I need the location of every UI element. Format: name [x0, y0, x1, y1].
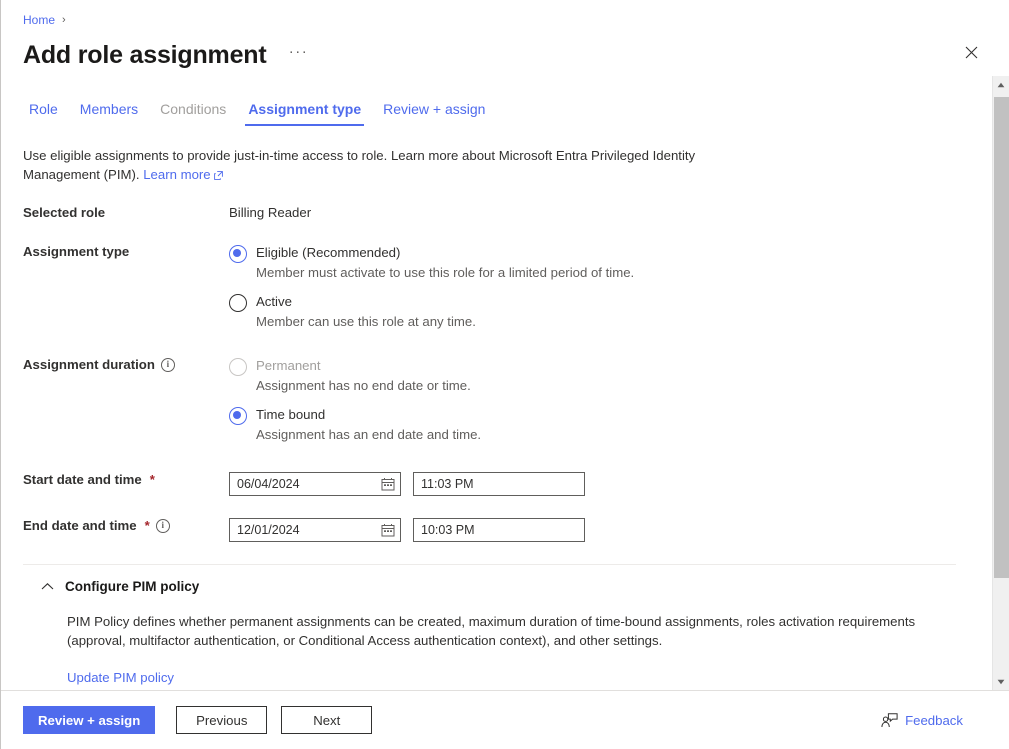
radio-permanent-title: Permanent — [256, 358, 321, 373]
assignment-duration-label-cell: Assignment duration i — [23, 355, 229, 372]
radio-active-mark — [229, 294, 247, 312]
tab-role[interactable]: Role — [23, 101, 69, 126]
radio-active-title: Active — [256, 294, 292, 309]
update-pim-policy-link[interactable]: Update PIM policy — [67, 670, 174, 685]
blade-footer: Review + assign Previous Next Feedback — [1, 690, 1009, 749]
start-date-field[interactable] — [229, 472, 401, 496]
radio-time-bound-title: Time bound — [256, 407, 325, 422]
configure-pim-policy-section: Configure PIM policy PIM Policy defines … — [23, 564, 956, 685]
start-date-label-cell: Start date and time * — [23, 470, 229, 487]
row-selected-role: Selected role Billing Reader — [1, 203, 992, 220]
radio-permanent: Permanent Assignment has no end date or … — [229, 357, 992, 395]
end-date-label: End date and time — [23, 518, 137, 533]
radio-time-bound[interactable]: Time bound Assignment has an end date an… — [229, 406, 992, 444]
breadcrumb: Home › — [1, 10, 1009, 30]
next-button[interactable]: Next — [281, 706, 372, 734]
calendar-icon[interactable] — [381, 477, 395, 491]
tab-members[interactable]: Members — [69, 101, 149, 126]
feedback-icon — [881, 713, 898, 728]
assignment-type-label: Assignment type — [23, 242, 229, 259]
scroll-content: Role Members Conditions Assignment type … — [1, 76, 992, 690]
radio-time-bound-sub: Assignment has an end date and time. — [256, 426, 481, 444]
end-date-input[interactable] — [230, 519, 400, 541]
external-link-icon — [214, 166, 223, 185]
assignment-form: Selected role Billing Reader Assignment … — [1, 203, 992, 542]
start-time-input[interactable] — [414, 473, 584, 495]
assignment-type-radio-group: Eligible (Recommended) Member must activ… — [229, 244, 992, 331]
start-date-label: Start date and time — [23, 472, 142, 487]
breadcrumb-separator: › — [62, 10, 66, 30]
scrollbar-thumb[interactable] — [994, 97, 1009, 578]
end-date-field[interactable] — [229, 518, 401, 542]
radio-active-sub: Member can use this role at any time. — [256, 313, 476, 331]
assignment-duration-info-icon[interactable]: i — [161, 358, 175, 372]
start-date-required: * — [150, 472, 155, 487]
blade-body: Role Members Conditions Assignment type … — [1, 76, 1009, 690]
review-assign-button[interactable]: Review + assign — [23, 706, 155, 734]
radio-eligible[interactable]: Eligible (Recommended) Member must activ… — [229, 244, 992, 282]
pim-section-body: PIM Policy defines whether permanent ass… — [67, 612, 956, 650]
end-date-inputs — [229, 518, 992, 542]
assignment-duration-label: Assignment duration — [23, 357, 155, 372]
vertical-scrollbar[interactable] — [992, 76, 1009, 690]
end-time-field[interactable] — [413, 518, 585, 542]
title-row: Add role assignment ··· — [1, 34, 1009, 76]
end-date-label-cell: End date and time * i — [23, 516, 229, 533]
tab-assignment-type[interactable]: Assignment type — [237, 101, 372, 126]
wizard-tabs: Role Members Conditions Assignment type … — [1, 92, 992, 126]
breadcrumb-home-link[interactable]: Home — [23, 10, 55, 30]
learn-more-link[interactable]: Learn more — [143, 167, 210, 182]
description-text: Use eligible assignments to provide just… — [23, 146, 713, 185]
radio-eligible-mark — [229, 245, 247, 263]
radio-eligible-sub: Member must activate to use this role fo… — [256, 264, 634, 282]
description-body: Use eligible assignments to provide just… — [23, 148, 695, 182]
end-time-input[interactable] — [414, 519, 584, 541]
start-date-input[interactable] — [230, 473, 400, 495]
close-icon[interactable] — [957, 38, 985, 66]
pim-section-toggle[interactable]: Configure PIM policy — [23, 579, 956, 594]
scroll-down-icon[interactable] — [993, 673, 1009, 690]
row-end-date: End date and time * i — [1, 516, 992, 542]
radio-permanent-mark — [229, 358, 247, 376]
feedback-button[interactable]: Feedback — [881, 713, 987, 728]
previous-button[interactable]: Previous — [176, 706, 267, 734]
blade-header: Home › Add role assignment ··· — [1, 0, 1009, 76]
add-role-assignment-blade: Home › Add role assignment ··· Role Memb… — [0, 0, 1009, 749]
page-title: Add role assignment — [23, 41, 266, 70]
row-assignment-type: Assignment type Eligible (Recommended) M… — [1, 242, 992, 331]
scrollbar-track[interactable] — [993, 93, 1009, 673]
start-time-field[interactable] — [413, 472, 585, 496]
assignment-duration-radio-group: Permanent Assignment has no end date or … — [229, 357, 992, 444]
row-assignment-duration: Assignment duration i Permanent Assignme… — [1, 355, 992, 444]
start-date-inputs — [229, 472, 992, 496]
pim-section-title: Configure PIM policy — [65, 579, 199, 594]
chevron-up-icon — [41, 582, 54, 591]
tab-review-assign[interactable]: Review + assign — [372, 101, 496, 126]
end-date-info-icon[interactable]: i — [156, 519, 170, 533]
end-date-required: * — [145, 518, 150, 533]
radio-eligible-title: Eligible (Recommended) — [256, 245, 400, 260]
tab-conditions: Conditions — [149, 101, 237, 126]
pim-link-wrap: Update PIM policy — [67, 670, 956, 685]
row-start-date: Start date and time * — [1, 470, 992, 496]
radio-time-bound-mark — [229, 407, 247, 425]
selected-role-label: Selected role — [23, 203, 229, 220]
feedback-label: Feedback — [905, 713, 963, 728]
calendar-icon[interactable] — [381, 523, 395, 537]
scroll-up-icon[interactable] — [993, 76, 1009, 93]
more-options-icon[interactable]: ··· — [284, 41, 312, 69]
radio-active[interactable]: Active Member can use this role at any t… — [229, 293, 992, 331]
selected-role-value: Billing Reader — [229, 203, 992, 220]
radio-permanent-sub: Assignment has no end date or time. — [256, 377, 471, 395]
